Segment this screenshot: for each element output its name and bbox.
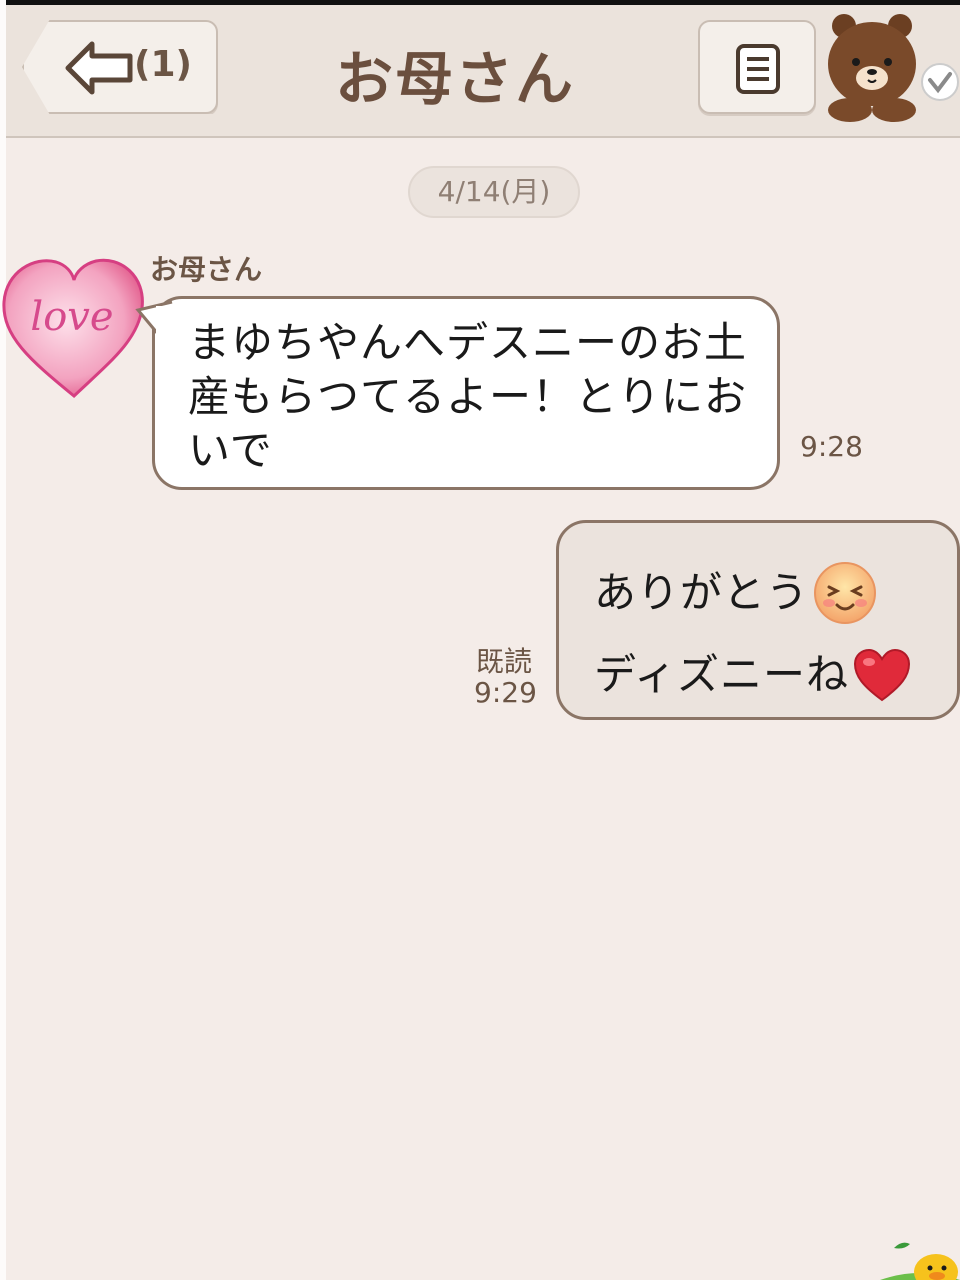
read-receipt: 既読 <box>476 645 533 678</box>
bubble-tail <box>135 300 174 336</box>
unread-count[interactable]: (1) <box>134 44 192 85</box>
outgoing-line-2: ディズニーね <box>594 650 850 699</box>
red-heart-emoji-icon <box>854 648 911 702</box>
outgoing-message-text: ありがとう ディズニーね <box>594 552 934 716</box>
date-separator: 4/14(月) <box>408 166 580 218</box>
menu-list-icon <box>736 44 780 94</box>
incoming-time: 9:28 <box>800 430 863 463</box>
sender-avatar-love-heart[interactable]: love <box>0 250 148 402</box>
left-edge <box>0 0 6 1280</box>
sender-name: お母さん <box>150 253 263 286</box>
back-arrow-icon <box>65 41 133 95</box>
smiling-face-emoji-icon <box>814 562 877 624</box>
outgoing-line-1: ありがとう <box>594 568 810 617</box>
avatar-love-text: love <box>30 294 113 340</box>
incoming-message-text: まゆちやんへデスニーのお土産もらつてるよー！とりにおいで <box>188 318 748 475</box>
brown-bear-menu-icon[interactable] <box>826 12 960 124</box>
sally-chick-icon <box>880 1242 960 1280</box>
chat-title: お母さん <box>334 45 575 113</box>
outgoing-time: 9:29 <box>474 676 537 709</box>
